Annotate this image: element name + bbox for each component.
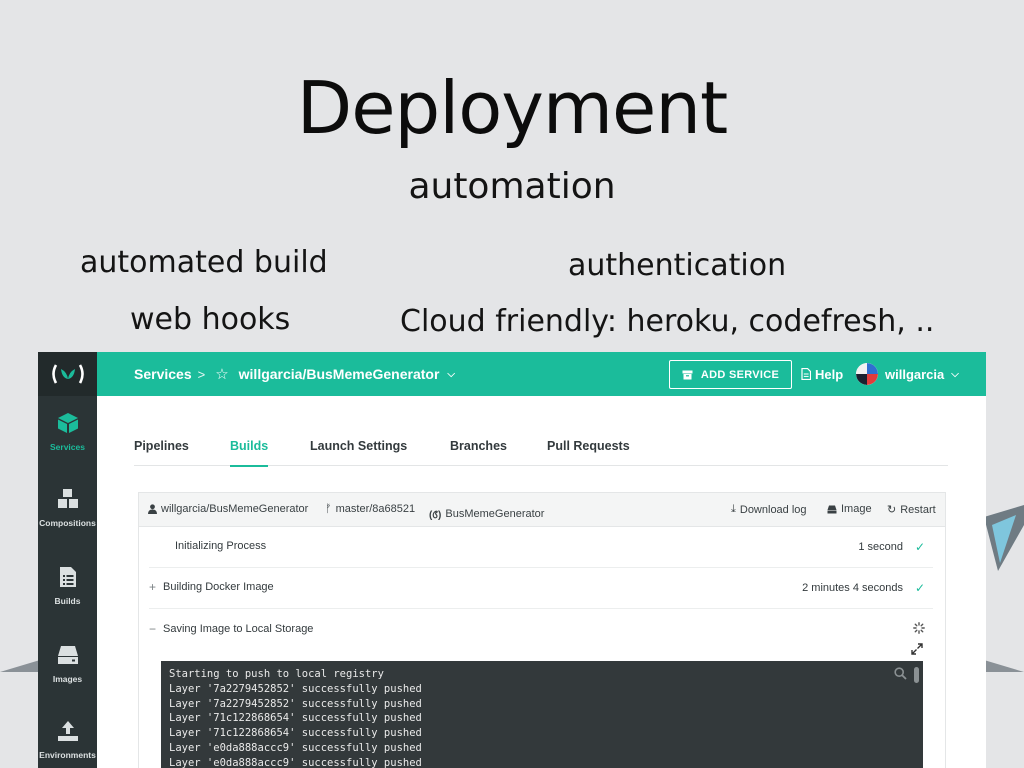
bullet-authentication: authentication — [568, 248, 787, 283]
sidebar-item-environments[interactable]: Environments — [38, 720, 97, 760]
chevron-down-icon: ⌵ — [951, 368, 959, 380]
sidebar-item-images[interactable]: Images — [38, 644, 97, 684]
log-line: Layer 'e0da888accc9' successfully pushed — [169, 741, 422, 754]
sidebar-item-compositions[interactable]: Compositions — [38, 488, 97, 528]
service-logo-icon: (🝭) — [429, 510, 442, 521]
step-label: Initializing Process — [175, 540, 267, 552]
search-icon[interactable] — [894, 667, 907, 680]
tab-builds[interactable]: Builds — [230, 439, 269, 467]
sidebar-item-label: Services — [50, 442, 85, 452]
box-icon — [682, 370, 693, 379]
restart-icon: ↻ — [887, 504, 897, 516]
upload-icon — [57, 721, 78, 741]
chevron-down-icon[interactable]: ⌵ — [447, 369, 455, 380]
log-scrollbar[interactable] — [914, 667, 919, 683]
codefresh-app-screenshot: Services > ☆ willgarcia/BusMemeGenerator… — [38, 352, 986, 768]
top-bar: Services > ☆ willgarcia/BusMemeGenerator… — [38, 352, 986, 396]
sidebar-item-label: Images — [52, 674, 83, 684]
breadcrumb: Services > ☆ willgarcia/BusMemeGenerator… — [134, 352, 455, 396]
tab-branches[interactable]: Branches — [450, 439, 507, 453]
slide-subtitle: automation — [408, 166, 616, 207]
bullet-web-hooks: web hooks — [130, 302, 291, 337]
step-label: Saving Image to Local Storage — [163, 623, 314, 635]
build-step-docker-image[interactable]: + Building Docker Image 2 minutes 4 seco… — [149, 568, 933, 609]
spinner-icon — [913, 622, 925, 634]
log-line: Layer 'e0da888accc9' successfully pushed — [169, 756, 422, 768]
tab-launch-settings[interactable]: Launch Settings — [310, 439, 407, 453]
breadcrumb-repo-link[interactable]: willgarcia/BusMemeGenerator — [239, 366, 440, 382]
build-repo: willgarcia/BusMemeGenerator — [148, 503, 308, 515]
collapse-icon[interactable]: − — [149, 622, 161, 636]
step-duration: 1 second — [858, 541, 903, 553]
tab-pipelines[interactable]: Pipelines — [134, 439, 189, 453]
breadcrumb-separator: > — [197, 366, 206, 382]
build-branch-label: master/8a68521 — [335, 503, 416, 515]
build-branch: ᚠ master/8a68521 — [325, 503, 415, 515]
build-repo-label: willgarcia/BusMemeGenerator — [161, 503, 309, 515]
step-label: Building Docker Image — [163, 581, 274, 593]
build-step-initializing[interactable]: Initializing Process 1 second ✓ — [149, 527, 933, 568]
log-line: Layer '7a2279452852' successfully pushed — [169, 682, 422, 695]
fullscreen-icon[interactable] — [911, 643, 923, 655]
tab-pull-requests[interactable]: Pull Requests — [547, 439, 630, 453]
expand-icon[interactable]: + — [149, 580, 161, 594]
tab-bar: Pipelines Builds Launch Settings Branche… — [134, 430, 948, 467]
bullet-automated-build: automated build — [80, 245, 328, 280]
decorative-wedge-left — [0, 660, 40, 672]
bullet-cloud-friendly: Cloud friendly: heroku, codefresh, .. — [400, 304, 935, 339]
log-line: Layer '71c122868654' successfully pushed — [169, 712, 422, 725]
log-line: Starting to push to local registry — [169, 668, 384, 680]
log-lines: Starting to push to local registry Layer… — [169, 667, 422, 768]
add-service-label: ADD SERVICE — [700, 368, 780, 381]
decorative-wedge-right — [984, 660, 1024, 672]
step-duration: 2 minutes 4 seconds — [802, 582, 903, 594]
username: willgarcia — [885, 366, 945, 382]
build-service: (🝭) BusMemeGenerator — [429, 503, 544, 524]
drive-icon — [827, 505, 837, 513]
build-log-console[interactable]: Starting to push to local registry Layer… — [161, 661, 923, 768]
build-panel-header: willgarcia/BusMemeGenerator ᚠ master/8a6… — [139, 493, 945, 527]
restart-label: Restart — [900, 503, 936, 516]
user-icon — [148, 504, 157, 514]
add-service-button[interactable]: ADD SERVICE — [669, 360, 792, 389]
sidebar-item-label: Builds — [54, 596, 81, 606]
image-button[interactable]: Image — [827, 503, 872, 515]
cube-icon — [57, 413, 78, 433]
image-label: Image — [841, 503, 872, 515]
sidebar-item-label: Compositions — [39, 518, 96, 528]
sidebar: Services Compositions Builds Images Envi… — [38, 396, 97, 768]
document-icon — [801, 368, 811, 380]
download-log-label: Download log — [739, 503, 807, 516]
build-service-label: BusMemeGenerator — [445, 507, 545, 520]
log-line: Layer '7a2279452852' successfully pushed — [169, 697, 422, 710]
slide-title: Deployment — [296, 66, 728, 150]
sidebar-item-services[interactable]: Services — [38, 412, 97, 452]
checkmark-icon: ✓ — [914, 540, 925, 554]
branch-icon: ᚠ — [325, 503, 332, 515]
checkmark-icon: ✓ — [914, 581, 925, 595]
user-menu[interactable]: willgarcia ⌵ — [856, 352, 959, 396]
help-link[interactable]: Help — [801, 352, 843, 396]
logo-icon — [51, 364, 84, 384]
build-step-saving-image[interactable]: − Saving Image to Local Storage — [149, 610, 933, 651]
sidebar-item-builds[interactable]: Builds — [38, 566, 97, 606]
restart-button[interactable]: ↻ Restart — [887, 503, 936, 517]
download-log-button[interactable]: ⤓ Download log — [731, 503, 807, 516]
build-panel: willgarcia/BusMemeGenerator ᚠ master/8a6… — [138, 492, 946, 768]
log-line: Layer '71c122868654' successfully pushed — [169, 727, 422, 740]
avatar — [856, 363, 878, 385]
star-icon[interactable]: ☆ — [215, 365, 228, 383]
help-label: Help — [815, 366, 844, 382]
app-logo[interactable] — [38, 352, 97, 396]
download-icon: ⤓ — [731, 503, 736, 515]
drive-icon — [57, 646, 78, 664]
cubes-icon — [57, 489, 78, 508]
list-icon — [59, 567, 76, 587]
breadcrumb-services-link[interactable]: Services — [134, 366, 192, 382]
sidebar-item-label: Environments — [39, 750, 96, 760]
